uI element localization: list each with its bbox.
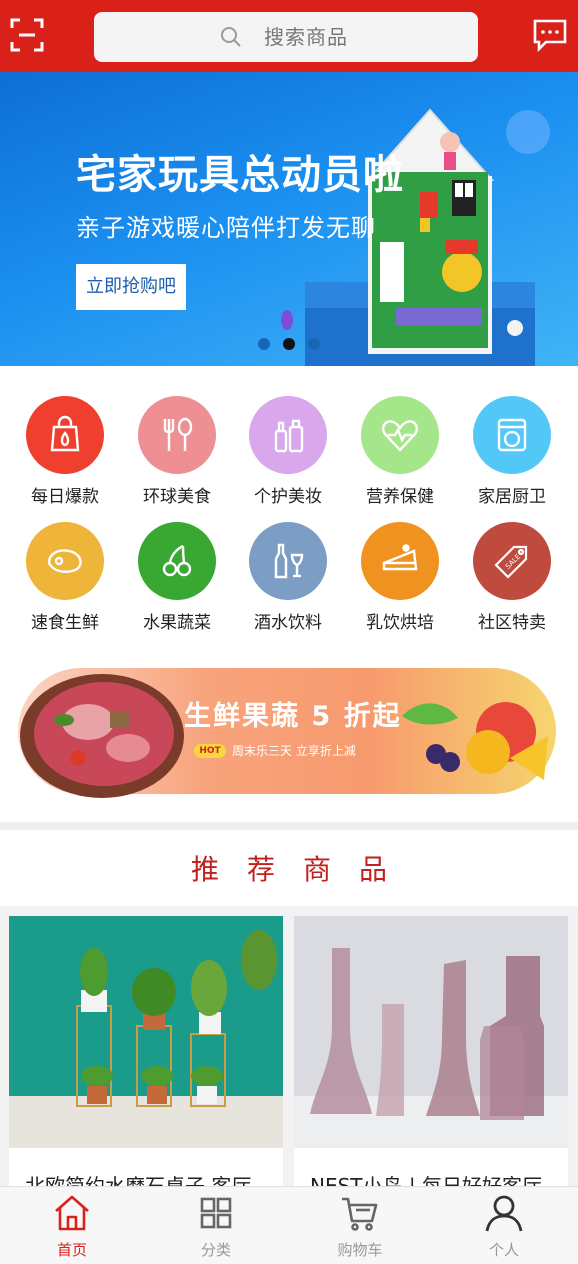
product-image-glass-vases[interactable] <box>294 916 568 1148</box>
wine-icon <box>249 522 327 600</box>
banner-subtitle: 亲子游戏暖心陪伴打发无聊 <box>76 214 376 242</box>
washing-machine-icon <box>473 396 551 474</box>
cosmetics-icon <box>249 396 327 474</box>
category-item-daily-hot[interactable]: 每日爆款 <box>14 384 114 507</box>
fork-spoon-icon <box>138 396 216 474</box>
category-label: 酒水饮料 <box>254 613 322 633</box>
category-label: 个护美妆 <box>254 487 322 507</box>
category-label: 速食生鲜 <box>31 613 99 633</box>
carousel-dot[interactable] <box>258 338 270 350</box>
category-item-health[interactable]: 营养保健 <box>349 384 449 507</box>
heart-pulse-icon <box>361 396 439 474</box>
message-icon[interactable] <box>532 18 568 53</box>
carousel-dot-active[interactable] <box>283 338 295 350</box>
category-item-fresh[interactable]: 速食生鲜 <box>14 510 114 633</box>
cake-icon <box>361 522 439 600</box>
category-grid-icon <box>196 1193 236 1233</box>
category-item-bakery[interactable]: 乳饮烘培 <box>349 510 449 633</box>
bottom-tab-bar: 首页 分类 购物车 个人 <box>0 1186 578 1264</box>
section-divider <box>0 822 578 830</box>
category-label: 营养保健 <box>366 487 434 507</box>
hot-bag-icon <box>26 396 104 474</box>
category-item-fruit-veg[interactable]: 水果蔬菜 <box>126 510 226 633</box>
product-name[interactable]: NEST小鸟 | 每日好好客厅 <box>310 1170 560 1186</box>
hero-banner[interactable]: 宅家玩具总动员啦 亲子游戏暖心陪伴打发无聊 立即抢购吧 <box>0 72 578 366</box>
product-image-plant-stands[interactable] <box>9 916 283 1148</box>
product-card[interactable]: 北欧简约水磨石桌子 客厅 <box>9 916 283 1186</box>
cherry-icon <box>138 522 216 600</box>
tab-category[interactable]: 分类 <box>144 1187 288 1264</box>
top-header: 搜索商品 <box>0 0 578 72</box>
category-label: 家居厨卫 <box>478 487 546 507</box>
tab-label: 首页 <box>56 1241 87 1259</box>
tab-profile[interactable]: 个人 <box>432 1187 576 1264</box>
promo-food-illustration <box>20 674 548 798</box>
buy-now-button[interactable]: 立即抢购吧 <box>76 264 186 310</box>
sale-tag-icon: SALE <box>473 522 551 600</box>
carousel-dot[interactable] <box>308 338 320 350</box>
search-input[interactable]: 搜索商品 <box>94 12 478 62</box>
tab-home[interactable]: 首页 <box>0 1187 144 1264</box>
category-item-drinks[interactable]: 酒水饮料 <box>237 510 337 633</box>
category-item-community-sale[interactable]: SALE 社区特卖 <box>461 510 561 633</box>
tab-label: 购物车 <box>337 1241 383 1259</box>
search-icon <box>220 26 242 48</box>
category-label: 环球美食 <box>143 487 211 507</box>
scan-icon[interactable] <box>10 18 44 52</box>
product-name[interactable]: 北欧简约水磨石桌子 客厅 <box>25 1170 275 1186</box>
category-label: 乳饮烘培 <box>366 613 434 633</box>
tab-cart[interactable]: 购物车 <box>288 1187 432 1264</box>
recommend-title: 推荐商品 <box>190 853 415 886</box>
product-card[interactable]: NEST小鸟 | 每日好好客厅 <box>294 916 568 1186</box>
meat-icon <box>26 522 104 600</box>
category-label: 每日爆款 <box>31 487 99 507</box>
tab-label: 个人 <box>488 1241 519 1259</box>
cart-icon <box>340 1193 380 1233</box>
category-item-home[interactable]: 家居厨卫 <box>461 384 561 507</box>
promo-subtitle: 周末乐三天 立享折上减 <box>232 744 356 758</box>
category-item-beauty[interactable]: 个护美妆 <box>237 384 337 507</box>
carousel-indicator <box>256 338 326 350</box>
user-icon <box>484 1193 524 1233</box>
category-item-global-food[interactable]: 环球美食 <box>126 384 226 507</box>
hot-badge: HOT <box>194 744 226 758</box>
category-label: 水果蔬菜 <box>143 613 211 633</box>
category-label: 社区特卖 <box>478 613 546 633</box>
tab-label: 分类 <box>200 1241 231 1259</box>
promo-banner[interactable]: 生鲜果蔬 5 折起 HOT 周末乐三天 立享折上减 <box>18 662 558 806</box>
category-grid: 每日爆款 环球美食 个护美妆 营养保健 家居厨卫 速食生鲜 水果蔬菜 酒水饮料 … <box>0 384 578 644</box>
promo-title: 生鲜果蔬 5 折起 <box>184 701 402 732</box>
search-placeholder: 搜索商品 <box>264 25 348 49</box>
banner-title: 宅家玩具总动员啦 <box>76 152 404 198</box>
home-icon <box>52 1193 92 1233</box>
